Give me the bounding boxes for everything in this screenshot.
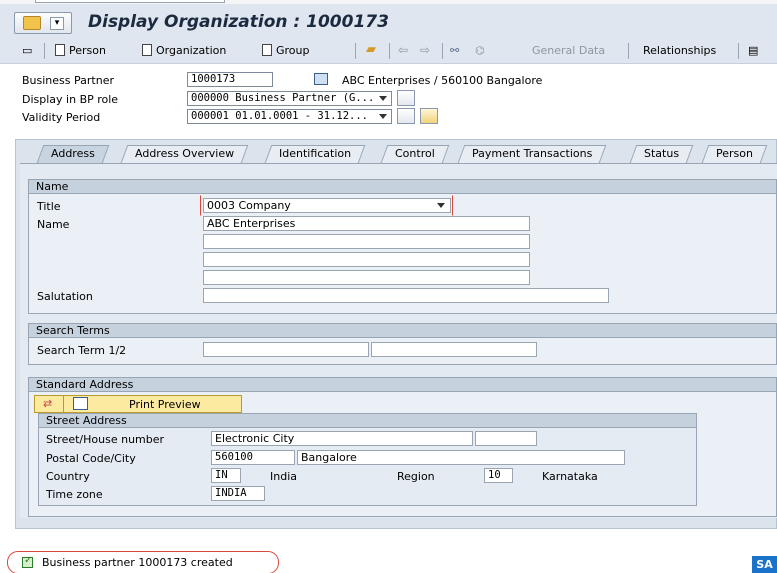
dropdown-icon[interactable]: ▾	[50, 17, 64, 30]
city-field[interactable]: Bangalore	[297, 450, 625, 465]
person-button[interactable]: Person	[55, 44, 106, 57]
back-arrow-icon[interactable]: ⇦	[398, 43, 408, 57]
business-partner-description: ABC Enterprises / 560100 Bangalore	[342, 74, 543, 87]
system-menu-icon[interactable]	[23, 16, 41, 30]
search-term-2-field[interactable]	[371, 342, 537, 357]
tree-icon[interactable]: ⌬	[475, 44, 485, 57]
tab-person[interactable]: Person	[701, 145, 768, 163]
country-label: Country	[46, 470, 90, 483]
search-term-label: Search Term 1/2	[37, 344, 127, 357]
salutation-label: Salutation	[37, 290, 93, 303]
business-partner-label: Business Partner	[22, 74, 114, 87]
region-name: Karnataka	[542, 470, 598, 483]
street-address-title: Street Address	[39, 414, 696, 428]
timezone-label: Time zone	[46, 488, 103, 501]
organization-button[interactable]: Organization	[142, 44, 226, 57]
organization-label: Organization	[156, 44, 227, 57]
house-number-field[interactable]	[475, 431, 537, 446]
document-icon	[142, 44, 152, 56]
print-preview-label: Print Preview	[129, 398, 201, 411]
country-code-field[interactable]: IN	[211, 468, 241, 483]
tab-status[interactable]: Status	[629, 145, 694, 163]
standard-address-title: Standard Address	[29, 378, 776, 392]
tab-control[interactable]: Control	[380, 145, 450, 163]
name-label: Name	[37, 218, 70, 231]
bp-role-label: Display in BP role	[22, 93, 119, 106]
validity-period-select[interactable]: 000001 01.01.0001 - 31.12...	[187, 109, 392, 124]
postal-code-label: Postal Code/City	[46, 452, 136, 465]
name-field-3[interactable]	[203, 252, 530, 267]
print-preview-button[interactable]: ⇄ Print Preview	[34, 395, 242, 413]
document-icon	[262, 44, 272, 56]
search-help-icon[interactable]	[397, 108, 415, 124]
name-field-2[interactable]	[203, 234, 530, 249]
tab-payment-transactions[interactable]: Payment Transactions	[457, 145, 607, 163]
tab-identification[interactable]: Identification	[264, 145, 366, 163]
name-group-title: Name	[29, 180, 776, 194]
search-term-1-field[interactable]	[203, 342, 369, 357]
general-data-button[interactable]: General Data	[532, 44, 605, 57]
postal-code-field[interactable]: 560100	[211, 450, 295, 465]
group-label: Group	[276, 44, 310, 57]
street-label: Street/House number	[46, 433, 165, 446]
top-strip	[0, 0, 777, 4]
relationships-button[interactable]: Relationships	[643, 44, 716, 57]
chevron-down-icon[interactable]	[379, 114, 387, 119]
salutation-field[interactable]	[203, 288, 609, 303]
glasses-icon[interactable]: ⚯	[450, 44, 459, 57]
country-name: India	[270, 470, 297, 483]
screen-icon[interactable]: ▤	[748, 44, 758, 57]
open-folder-icon[interactable]: ▰	[366, 42, 376, 57]
page-title: Display Organization : 1000173	[88, 12, 389, 32]
business-partner-field[interactable]: 1000173	[187, 72, 273, 87]
name-field-1[interactable]: ABC Enterprises	[203, 216, 530, 231]
name-field-4[interactable]	[203, 270, 530, 285]
checkmark-icon: ✓	[24, 555, 33, 566]
search-help-icon[interactable]	[397, 90, 415, 106]
search-terms-title: Search Terms	[29, 324, 776, 338]
document-icon	[55, 44, 65, 56]
timezone-field[interactable]: INDIA	[211, 486, 265, 501]
transfer-icon: ⇄	[43, 397, 53, 410]
validity-period-label: Validity Period	[22, 111, 101, 124]
bp-role-select[interactable]: 000000 Business Partner (G...	[187, 91, 392, 106]
chevron-down-icon[interactable]	[379, 96, 387, 101]
layout-icon[interactable]: ▭	[22, 44, 32, 57]
forward-arrow-icon[interactable]: ⇨	[420, 43, 430, 57]
chevron-down-icon[interactable]	[437, 203, 445, 208]
tab-address[interactable]: Address	[36, 145, 110, 163]
tab-address-overview[interactable]: Address Overview	[120, 145, 249, 163]
focus-highlight	[200, 195, 453, 216]
organization-icon	[314, 73, 328, 85]
region-code-field[interactable]: 10	[484, 468, 513, 483]
status-message[interactable]: Business partner 1000173 created	[42, 556, 233, 569]
person-label: Person	[69, 44, 106, 57]
printer-icon	[73, 397, 88, 410]
street-field[interactable]: Electronic City	[211, 431, 473, 446]
sap-logo: SA	[752, 556, 777, 573]
group-button[interactable]: Group	[262, 44, 310, 57]
region-label: Region	[397, 470, 435, 483]
copy-icon[interactable]	[420, 108, 438, 124]
menu-icon[interactable]: ▾	[14, 12, 72, 34]
title-label: Title	[37, 200, 61, 213]
